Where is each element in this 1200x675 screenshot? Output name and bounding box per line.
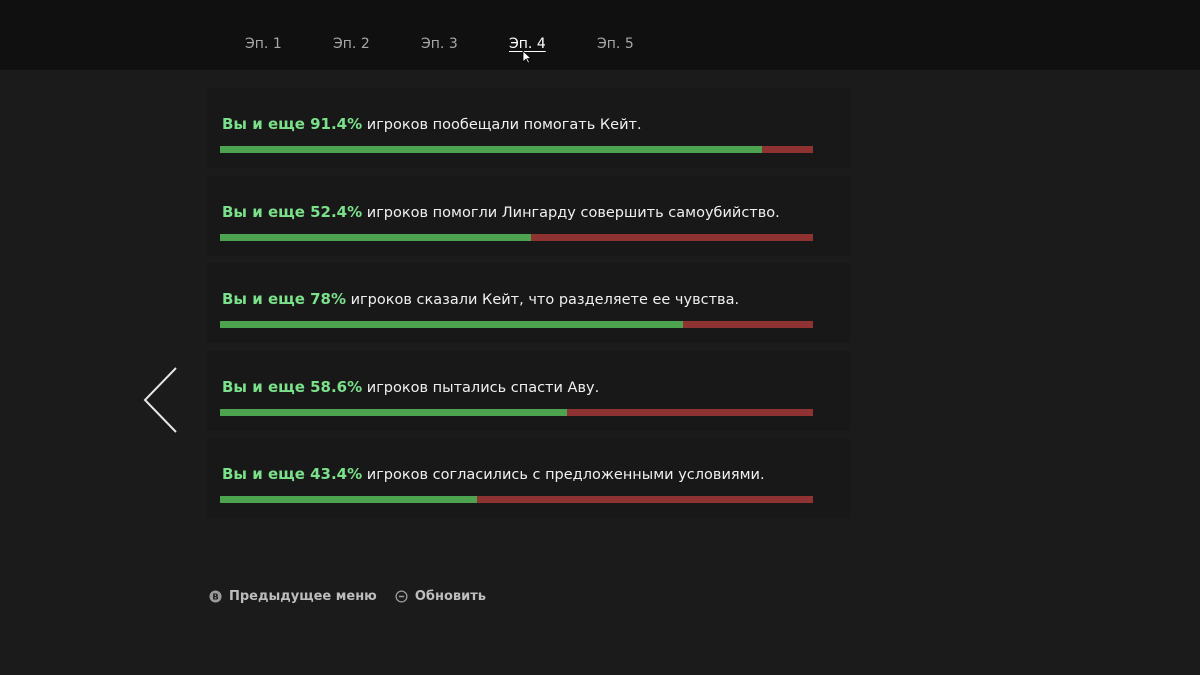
stat-text: Вы и еще 43.4% игроков согласились с пре… <box>222 465 765 483</box>
refresh-button[interactable]: Обновить <box>395 589 486 604</box>
stat-card: Вы и еще 78% игроков сказали Кейт, что р… <box>207 263 850 343</box>
bottom-navigation: B Предыдущее меню Обновить <box>209 589 504 604</box>
mouse-cursor-icon <box>522 50 532 64</box>
tab-episode-3[interactable]: Эп. 3 <box>421 36 509 52</box>
svg-text:B: B <box>212 591 218 601</box>
stat-lead: Вы и еще 52.4% <box>222 202 363 221</box>
b-button-icon: B <box>209 590 222 603</box>
stat-text: Вы и еще 91.4% игроков пообещали помогат… <box>222 115 642 133</box>
stat-card: Вы и еще 43.4% игроков согласились с пре… <box>207 438 850 518</box>
stat-card: Вы и еще 91.4% игроков пообещали помогат… <box>207 88 850 168</box>
refresh-label: Обновить <box>414 589 486 604</box>
stat-bar <box>220 496 813 503</box>
stat-description: игроков помогли Лингарду совершить самоу… <box>362 204 780 221</box>
stat-text: Вы и еще 58.6% игроков пытались спасти А… <box>222 378 599 396</box>
choice-statistics-list: Вы и еще 91.4% игроков пообещали помогат… <box>207 88 850 526</box>
stat-bar-fill <box>220 408 568 416</box>
minus-button-icon <box>395 590 408 603</box>
stat-bar <box>220 146 813 153</box>
stat-text: Вы и еще 52.4% игроков помогли Лингарду … <box>222 203 780 221</box>
stat-bar <box>220 233 813 241</box>
stat-lead: Вы и еще 91.4% <box>222 115 363 133</box>
stat-bar-fill <box>220 146 762 153</box>
tab-episode-2[interactable]: Эп. 2 <box>333 36 421 52</box>
stat-bar-fill <box>220 233 531 241</box>
tab-episode-5[interactable]: Эп. 5 <box>597 36 685 52</box>
stat-description: игроков пообещали помогать Кейт. <box>362 117 642 133</box>
stat-bar <box>220 321 813 328</box>
stat-bar <box>220 408 813 416</box>
stat-lead: Вы и еще 43.4% <box>222 465 363 483</box>
stat-description: игроков сказали Кейт, что разделяете ее … <box>346 292 740 308</box>
stat-card: Вы и еще 52.4% игроков помогли Лингарду … <box>207 175 850 256</box>
stat-description: игроков пытались спасти Аву. <box>362 379 600 396</box>
episode-tabs: Эп. 1 Эп. 2 Эп. 3 Эп. 4 Эп. 5 <box>245 36 685 52</box>
stat-bar-fill <box>220 496 478 503</box>
stat-bar-fill <box>220 321 683 328</box>
stat-text: Вы и еще 78% игроков сказали Кейт, что р… <box>222 290 739 308</box>
stat-card: Вы и еще 58.6% игроков пытались спасти А… <box>207 350 850 431</box>
previous-page-arrow-icon[interactable] <box>140 365 180 435</box>
previous-menu-label: Предыдущее меню <box>229 589 377 604</box>
stat-lead: Вы и еще 58.6% <box>222 377 363 396</box>
tab-episode-1[interactable]: Эп. 1 <box>245 36 333 52</box>
stat-description: игроков согласились с предложенными усло… <box>362 467 765 483</box>
episode-tab-bar: Эп. 1 Эп. 2 Эп. 3 Эп. 4 Эп. 5 <box>0 0 1200 70</box>
stat-lead: Вы и еще 78% <box>222 290 347 308</box>
previous-menu-button[interactable]: B Предыдущее меню <box>209 589 377 604</box>
